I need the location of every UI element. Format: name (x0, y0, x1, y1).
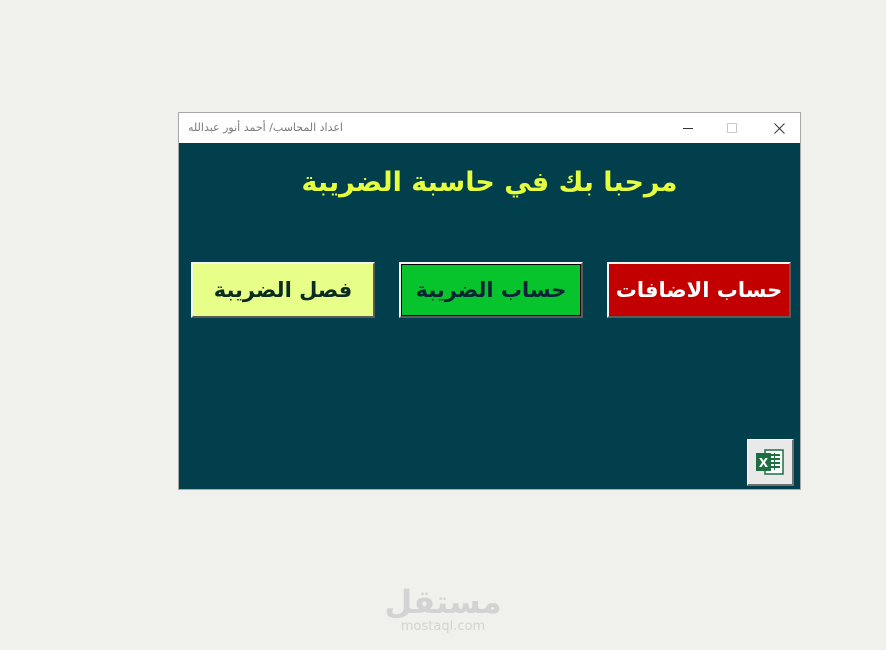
close-button[interactable] (757, 113, 801, 143)
watermark-arabic: مستقل (384, 583, 502, 621)
maximize-icon (727, 123, 737, 133)
svg-text:X: X (759, 456, 769, 470)
userform-window: اعداد المحاسب/ أحمد أنور عبدالله مرحبا ب… (178, 112, 801, 490)
welcome-heading: مرحبا بك في حاسبة الضريبة (301, 167, 678, 198)
window-title: اعداد المحاسب/ أحمد أنور عبدالله (188, 121, 343, 134)
excel-icon: X (756, 449, 784, 475)
mostaql-watermark: مستقل mostaql.com (380, 584, 506, 634)
calculate-tax-button[interactable]: حساب الضريبة (399, 262, 583, 318)
minimize-icon (683, 127, 693, 129)
title-bar[interactable]: اعداد المحاسب/ أحمد أنور عبدالله (179, 113, 800, 143)
form-body: مرحبا بك في حاسبة الضريبة فصل الضريبة حس… (179, 143, 800, 489)
maximize-button (710, 113, 754, 143)
minimize-button[interactable] (666, 113, 710, 143)
watermark-latin: mostaql.com (400, 619, 486, 634)
close-icon (773, 122, 785, 134)
separate-tax-button[interactable]: فصل الضريبة (191, 262, 375, 318)
open-excel-button[interactable]: X (747, 439, 794, 486)
calculate-additions-button[interactable]: حساب الاضافات (607, 262, 791, 318)
